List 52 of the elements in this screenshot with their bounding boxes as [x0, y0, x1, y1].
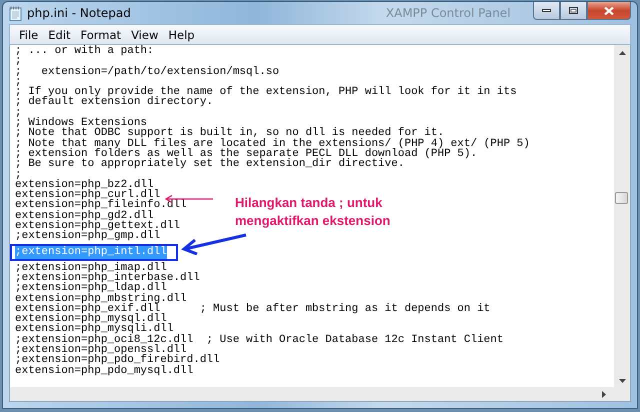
text-line: ; Note that many DLL files are located in the extensions/ (PHP 4) ext/ (PHP 5) [15, 138, 530, 149]
text-line: ; [15, 108, 22, 118]
arrow-icon [181, 233, 247, 255]
maximize-icon [569, 7, 578, 14]
text-line: extension=php_mysql.dll [15, 314, 167, 324]
menu-item[interactable]: Edit [43, 28, 76, 42]
text-line: ; default extension directory. [15, 97, 214, 108]
scroll-right-icon[interactable] [602, 390, 606, 398]
text-line: extension=php_fileinfo.dll [15, 200, 187, 211]
text-line: ; If you only provide the name of the extension, PHP will look for it in its [15, 87, 517, 98]
text-line: extension=php_bz2.dll [15, 180, 154, 190]
text-line: extension=php_exif.dll ; Must be after mbstring as it depends on it [15, 304, 490, 314]
text-line: extension=php_mysqli.dll [15, 324, 174, 335]
text-line: ;extension=php_gmp.dll [15, 231, 160, 242]
vertical-scrollbar[interactable] [614, 45, 630, 387]
close-button[interactable] [587, 2, 631, 20]
horizontal-scrollbar[interactable] [9, 387, 631, 402]
text-line: ;extension=php_imap.dll [15, 262, 167, 273]
text-line: ;extension=php_pdo_firebird.dll [15, 355, 220, 366]
background-window-title: XAMPP Control Panel [386, 6, 511, 20]
text-line: extension=php_gd2.dll [15, 210, 154, 222]
minimize-button[interactable] [533, 2, 560, 20]
text-line: ; Be sure to appropriately set the extension_dir directive. [15, 159, 404, 170]
text-line: ; Note that ODBC support is built in, so no dll is needed for it. [15, 128, 444, 139]
text-line: ; [15, 76, 22, 88]
text-line: ; extension=/path/to/extension/msql.so [15, 66, 280, 77]
close-icon [604, 6, 614, 14]
text-line: ;extension=php_interbase.dll [15, 272, 200, 284]
text-line: extension=php_gettext.dll [15, 221, 180, 232]
menu-item[interactable]: Format [76, 28, 126, 42]
text-line: ;extension=php_ldap.dll [15, 283, 167, 294]
menu-item[interactable]: File [14, 28, 44, 42]
menu-item[interactable]: View [126, 28, 164, 42]
text-line: ;extension=php_oci8_12c.dll ; Use with Oracle Database 12c Instant Client [15, 334, 504, 346]
text-line: ; [15, 56, 22, 67]
scroll-down-icon[interactable] [618, 379, 626, 383]
scrollbar-thumb[interactable] [615, 192, 628, 204]
scroll-up-icon[interactable] [618, 51, 626, 55]
menu-item[interactable]: Help [163, 28, 200, 42]
maximize-button[interactable] [560, 2, 587, 20]
minimize-icon [542, 9, 551, 12]
text-line: extension=php_pdo_mysql.dll [15, 366, 194, 376]
text-line: extension=php_mbstring.dll [15, 294, 187, 304]
text-line: ;extension=php_openssl.dll [15, 345, 187, 356]
text-line: ; Windows Extensions [15, 118, 148, 128]
window-title: php.ini - Notepad [27, 6, 131, 20]
text-line: ; [15, 170, 22, 180]
text-line: ; ... or with a path: [15, 46, 154, 56]
text-line: ; extension folders as well as the separate PECL DLL download (PHP 5). [15, 148, 478, 160]
annotation-text: Hilangkan tanda ; untuk mengaktifkan ekstension [235, 194, 392, 230]
text-line: extension=php_curl.dll [15, 190, 160, 200]
notepad-icon [9, 6, 22, 20]
